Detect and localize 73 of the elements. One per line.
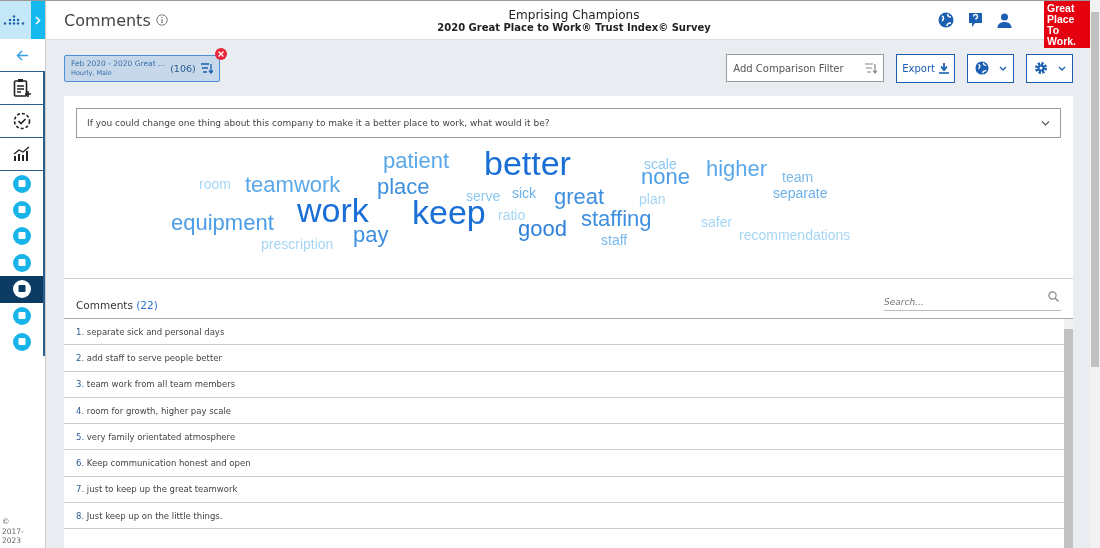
comment-row: 5. very family orientated atmosphere (64, 424, 1064, 451)
cloud-word[interactable]: serve (466, 189, 501, 203)
globe-icon[interactable] (938, 12, 954, 28)
circle-app-icon (12, 306, 31, 325)
cloud-word[interactable]: safer (701, 215, 733, 229)
cloud-word[interactable]: ratio (498, 208, 526, 222)
comment-row: 7. just to keep up the great teamwork (64, 476, 1064, 504)
caret-icon (1041, 120, 1050, 126)
download-icon (939, 62, 949, 74)
settings-icon (1033, 61, 1048, 75)
circle-app-icon (12, 333, 31, 352)
caret-icon (998, 65, 1007, 71)
circle-app-icon (12, 280, 31, 299)
sidebar-item[interactable] (0, 276, 43, 303)
dots-logo-icon (3, 15, 25, 25)
circle-app-icon (12, 174, 31, 193)
comment-row: 4. room for growth, higher pay scale (64, 397, 1064, 425)
page-scrollbar[interactable] (1090, 0, 1100, 548)
globe-icon (974, 61, 989, 75)
caret-icon (1057, 65, 1066, 71)
settings-dropdown[interactable] (1026, 53, 1073, 83)
cloud-word[interactable]: recommendations (739, 228, 851, 242)
question-dropdown[interactable]: If you could change one thing about this company to make it a better place to work, what would it be? (76, 108, 1061, 138)
user-icon[interactable] (997, 12, 1012, 28)
cloud-word[interactable]: scale (644, 157, 677, 171)
cloud-word[interactable]: work (297, 193, 369, 227)
cloud-word[interactable]: staffing (581, 208, 652, 230)
back-arrow-icon (16, 49, 29, 61)
cloud-word[interactable]: teamwork (245, 174, 341, 196)
circle-app-icon (12, 253, 31, 272)
cloud-word[interactable]: sick (512, 186, 537, 200)
circle-app-icon (12, 227, 31, 246)
info-icon (155, 14, 168, 26)
sort-filter-icon (865, 63, 878, 74)
remove-filter-button[interactable] (214, 47, 227, 60)
page-title: Comments (64, 10, 151, 30)
survey-title: 2020 Great Place to Work® Trust Index© Survey (436, 21, 712, 33)
cloud-word[interactable]: higher (706, 158, 768, 180)
cloud-word[interactable]: better (484, 146, 571, 180)
cloud-word[interactable]: pay (353, 224, 389, 246)
sort-filter-icon (200, 62, 213, 74)
search-field[interactable]: Search... (884, 297, 1061, 311)
filter-count: (106) (170, 62, 196, 74)
company-name: Emprising Champions (508, 7, 641, 22)
bar-chart-icon (12, 146, 31, 162)
circle-app-icon (12, 200, 31, 219)
cloud-word[interactable]: separate (773, 186, 828, 200)
cloud-word[interactable]: place (377, 176, 430, 198)
cloud-word[interactable]: team (782, 170, 814, 184)
comment-row: 2. add staff to serve people better (64, 345, 1064, 372)
cloud-word[interactable]: plan (639, 192, 666, 206)
cloud-word[interactable]: equipment (171, 212, 274, 234)
cloud-word[interactable]: room (199, 177, 231, 191)
cloud-word[interactable]: prescription (261, 237, 334, 251)
clipboard-icon (12, 78, 31, 98)
export-button[interactable]: Export (896, 53, 955, 83)
cloud-word[interactable]: patient (383, 150, 450, 172)
comparison-filter-field[interactable]: Add Comparison Filter (726, 54, 885, 82)
list-scrollbar[interactable] (1064, 319, 1073, 548)
cloud-word[interactable]: great (554, 186, 605, 208)
close-icon (217, 50, 224, 57)
comment-row: 1. separate sick and personal days (64, 319, 1064, 346)
comments-heading: Comments (22) (76, 299, 158, 311)
comment-row: 6. Keep communication honest and open (64, 450, 1064, 477)
search-icon (1048, 291, 1059, 302)
language-dropdown[interactable] (967, 53, 1014, 83)
check-circle-icon (12, 112, 31, 130)
comment-row: 8. Just keep up on the little things. (64, 503, 1064, 530)
comment-row: 3. team work from all team members (64, 371, 1064, 398)
help-chat-icon[interactable] (968, 12, 983, 28)
chevron-right-icon (35, 15, 41, 25)
cloud-word[interactable]: staff (601, 233, 628, 247)
brand-logo: Great Place To Work. (1044, 1, 1090, 48)
